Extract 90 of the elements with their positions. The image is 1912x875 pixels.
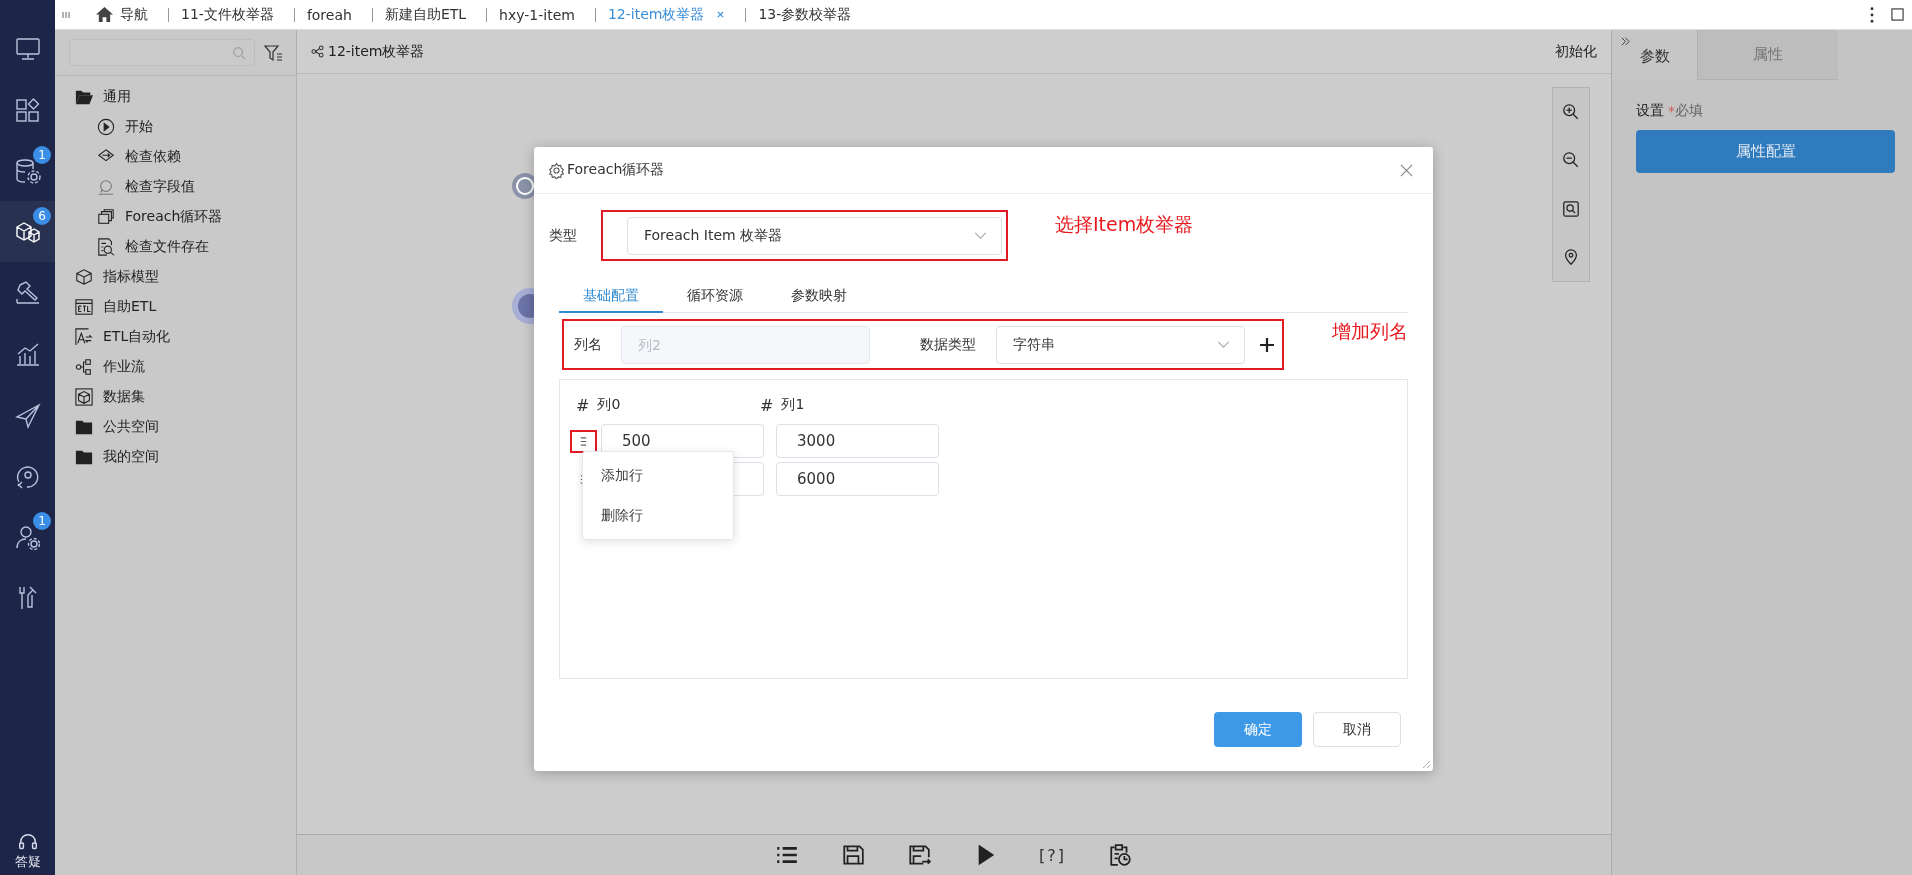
filter-icon[interactable] [263,42,283,63]
property-config-button[interactable]: 属性配置 [1636,130,1895,173]
annotation-text: 增加列名 [1332,319,1408,344]
page-tab[interactable]: 12-item枚举器 [594,7,746,22]
maximize-icon[interactable] [1891,8,1904,21]
tree-item[interactable]: 检查文件存在 [55,232,296,262]
chevron-down-icon [1217,341,1230,348]
count-badge: 1 [33,512,51,530]
zoom-in-icon[interactable] [1562,103,1580,122]
number-type-glyph: # [760,395,774,415]
help-button[interactable]: 答疑 [0,831,55,871]
file-search-icon [97,238,115,256]
home-icon [95,6,114,23]
zoom-out-icon[interactable] [1562,151,1580,170]
tree-item[interactable]: 通用 [55,82,296,112]
tree-item[interactable]: 开始 [55,112,296,142]
workflow-icon [311,45,324,58]
etl-icon [75,298,93,316]
gear-icon [548,161,565,179]
tree-item[interactable]: ETL自动化 [55,322,296,352]
page-tab[interactable]: hxy-1-item [486,7,595,22]
page-tab[interactable]: 导航 [83,7,168,22]
number-type-glyph: # [576,395,590,415]
initialize-button[interactable]: 初始化 [1555,42,1597,61]
tree-item[interactable]: 公共空间 [55,412,296,442]
count-badge: 6 [33,207,51,225]
annotation-text: 选择Item枚举器 [1055,212,1194,237]
config-tab[interactable]: 循环资源 [663,287,767,313]
column-header: 列0 [597,395,621,414]
type-select[interactable]: Foreach Item 枚举器 [627,216,1002,255]
play-circle-icon [97,118,115,136]
automation-icon [75,328,93,346]
tree-item[interactable]: Foreach循环器 [55,202,296,232]
drag-handle-icon [579,434,588,448]
menu-item[interactable]: 删除行 [583,495,733,536]
tree-item[interactable]: 指标模型 [55,262,296,292]
workflow-icon [75,358,93,376]
search-field[interactable] [69,39,255,66]
stacked-windows-icon [97,208,115,226]
count-badge: 1 [33,146,51,164]
chevron-down-icon [974,232,987,239]
required-mark: * [1668,103,1675,119]
close-icon[interactable] [716,10,726,19]
cube-icon [75,268,93,286]
apps-icon [13,95,42,124]
more-icon[interactable] [1869,5,1875,24]
folder-icon [75,418,93,436]
help-button[interactable]: [?] [1039,845,1066,865]
field-check-icon [97,178,115,196]
column-name-label: 列名 [574,335,603,354]
config-tab[interactable]: 参数映射 [767,287,871,313]
settings-label: 设置 [1636,102,1664,120]
cancel-button[interactable]: 取消 [1313,712,1401,747]
resize-grip-icon[interactable] [1421,759,1431,769]
tree-item[interactable]: 我的空间 [55,442,296,472]
fit-view-icon[interactable] [1562,199,1580,218]
page-tab[interactable]: 11-文件枚举器 [168,7,294,22]
canvas-title: 12-item枚举器 [328,42,425,61]
location-pin-icon[interactable] [1562,247,1580,266]
open-folder-icon [75,88,93,106]
save-as-icon[interactable] [907,843,931,867]
save-icon[interactable] [841,843,865,867]
hammer-icon [13,278,42,307]
dataset-icon [75,388,93,406]
page-tab[interactable]: foreah [293,7,372,22]
column-name-field[interactable]: 列2 [621,325,870,364]
folder-icon [75,448,93,466]
search-icon [232,45,246,60]
tree-item[interactable]: 自助ETL [55,292,296,322]
menu-item[interactable]: 添加行 [583,455,733,496]
paper-plane-icon [13,400,42,429]
close-icon[interactable] [1400,163,1413,177]
collapse-icon[interactable] [1620,36,1631,47]
column-header: 列1 [781,395,805,414]
type-label: 类型 [549,226,578,245]
tree-item[interactable]: 作业流 [55,352,296,382]
add-icon[interactable] [1259,336,1275,353]
page-tab[interactable]: 新建自助ETL [371,7,487,22]
tree-item[interactable]: 检查依赖 [55,142,296,172]
page-tab[interactable]: 13-参数校举器 [745,7,872,22]
required-hint: 必填 [1675,102,1703,120]
value-field[interactable]: 6000 [776,462,939,496]
tree-item[interactable]: 检查字段值 [55,172,296,202]
dialog-title: Foreach循环器 [567,161,665,179]
clipboard-clock-icon[interactable] [1108,843,1132,867]
data-type-label: 数据类型 [920,335,977,354]
tree-item[interactable]: 数据集 [55,382,296,412]
data-type-select[interactable]: 字符串 [996,325,1245,364]
config-tab[interactable]: 基础配置 [559,287,663,313]
value-field[interactable]: 3000 [776,424,939,458]
